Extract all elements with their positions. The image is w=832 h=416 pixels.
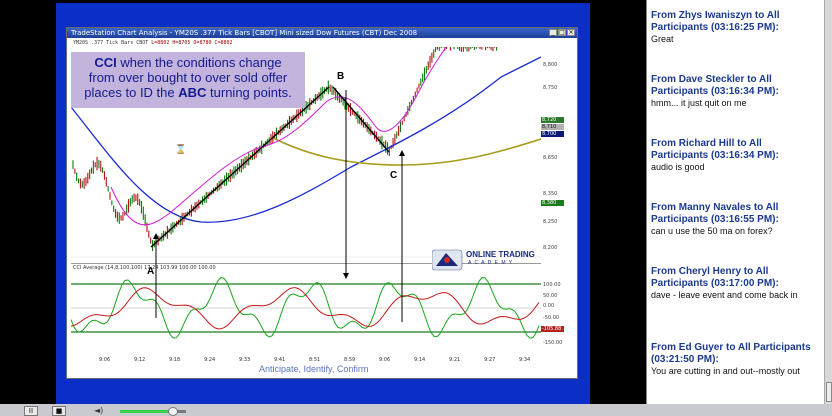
chat-panel: From Zhys Iwaniszyn to All Participants …	[646, 0, 832, 404]
time-tick: 8:59	[344, 357, 356, 363]
price-marker: 8,700	[541, 131, 564, 137]
cci-chart	[71, 263, 541, 339]
volume-slider-knob[interactable]	[167, 407, 178, 416]
price-marker: 8,720	[541, 117, 564, 123]
chat-message-header: From Richard Hill to All Participants (0…	[651, 138, 779, 161]
cci-tick: 50.00	[543, 293, 558, 299]
cci-tick: -50.00	[543, 315, 560, 321]
chat-message-text: hmm... it just quit on me	[651, 98, 747, 108]
time-tick: 9:27	[484, 357, 496, 363]
chat-panel-footer	[646, 404, 832, 416]
chart-window-titlebar: TradeStation Chart Analysis - YM20S .377…	[67, 28, 577, 38]
time-tick: 8:51	[309, 357, 321, 363]
time-tick: 9:06	[379, 357, 391, 363]
cci-indicator-label: CCI Average (14,8,100,100) 17.24 103.99 …	[73, 265, 216, 271]
volume-slider-fill	[120, 410, 173, 413]
time-tick: 9:21	[449, 357, 461, 363]
player-controls: II ■ ◄)	[0, 404, 646, 416]
time-tick: 9:18	[169, 357, 181, 363]
trend-line-bc	[332, 86, 390, 153]
price-marker: 8,710	[541, 124, 564, 130]
chart-ohlc: L=8802 H=8705 O=8780 C=8802	[151, 40, 233, 46]
chat-message: From Zhys Iwaniszyn to All Participants …	[651, 10, 821, 44]
price-tick: 8,750	[543, 85, 558, 91]
pause-button[interactable]: II	[24, 406, 38, 416]
chat-message: From Manny Navales to All Participants (…	[651, 202, 821, 236]
trend-line-ab	[150, 86, 330, 248]
presentation-stage: TradeStation Chart Analysis - YM20S .377…	[0, 0, 646, 404]
close-button[interactable]: ×	[567, 29, 575, 36]
annotation-callout: CCI when the conditions change from over…	[71, 52, 305, 108]
chat-message-header: From Manny Navales to All Participants (…	[651, 202, 779, 225]
price-axis: 8,800 8,750 8,720 8,710 8,700 8,650 8,35…	[541, 47, 572, 355]
time-tick: 9:14	[414, 357, 426, 363]
time-tick: 9:41	[274, 357, 286, 363]
time-tick: 9:34	[519, 357, 531, 363]
chart-symbol: YM20S .377 Tick Bars CBOT	[73, 40, 149, 46]
cci-tick: 100.00	[543, 282, 561, 288]
logo-line1: ONLINE TRADING	[466, 250, 535, 259]
logo-line2: A C A D E M Y	[468, 260, 514, 266]
online-trading-academy-logo: ONLINE TRADING A C A D E M Y	[431, 248, 538, 272]
chat-message-text: audio is good	[651, 162, 705, 172]
point-b-label: B	[337, 71, 345, 82]
maximize-button[interactable]: □	[558, 29, 566, 36]
price-tick: 8,650	[543, 155, 558, 161]
chat-message-header: From Dave Steckler to All Participants (…	[651, 74, 779, 97]
volume-icon[interactable]: ◄)	[94, 407, 108, 415]
price-tick: 8,250	[543, 219, 558, 225]
chart-info-line: YM20S .377 Tick Bars CBOT L=8802 H=8705 …	[73, 40, 233, 46]
chat-message-header: From Ed Guyer to All Participants (03:21…	[651, 342, 811, 365]
chat-message: From Cheryl Henry to All Participants (0…	[651, 266, 821, 300]
chat-message: From Richard Hill to All Participants (0…	[651, 138, 821, 172]
cci-red-line	[71, 287, 540, 330]
minimize-button[interactable]: _	[549, 29, 557, 36]
time-tick: 9:06	[99, 357, 111, 363]
price-tick: 8,200	[543, 245, 558, 251]
slide-caption: Anticipate, Identify, Confirm	[259, 364, 369, 374]
price-tick: 8,350	[543, 191, 558, 197]
chat-message-text: Great	[651, 34, 674, 44]
cci-tick: -150.00	[543, 340, 563, 346]
chat-message: From Ed Guyer to All Participants (03:21…	[651, 342, 821, 376]
cci-tick: 0.00	[543, 303, 555, 309]
chat-message-text: can u use the 50 ma on forex?	[651, 226, 773, 236]
chat-message-header: From Zhys Iwaniszyn to All Participants …	[651, 10, 780, 33]
stop-button[interactable]: ■	[52, 406, 66, 416]
point-c-label: C	[390, 170, 398, 181]
time-tick: 9:24	[204, 357, 216, 363]
chat-message-text: You are cutting in and out--mostly out	[651, 366, 800, 376]
price-tick: 8,800	[543, 62, 558, 68]
chat-scrollbar[interactable]	[824, 0, 832, 404]
chat-message-text: dave - leave event and come back in	[651, 290, 798, 300]
chat-message-header: From Cheryl Henry to All Participants (0…	[651, 266, 779, 289]
chat-message: From Dave Steckler to All Participants (…	[651, 74, 821, 108]
price-marker: 8,380	[541, 200, 564, 206]
time-tick: 9:12	[134, 357, 146, 363]
time-tick: 9:33	[239, 357, 251, 363]
chat-scrollbar-thumb[interactable]	[826, 382, 832, 402]
window-controls: _ □ ×	[549, 29, 575, 36]
cci-marker: -105.88	[541, 326, 564, 332]
olive-moving-average	[270, 136, 541, 166]
chart-window-title: TradeStation Chart Analysis - YM20S .377…	[71, 29, 418, 37]
